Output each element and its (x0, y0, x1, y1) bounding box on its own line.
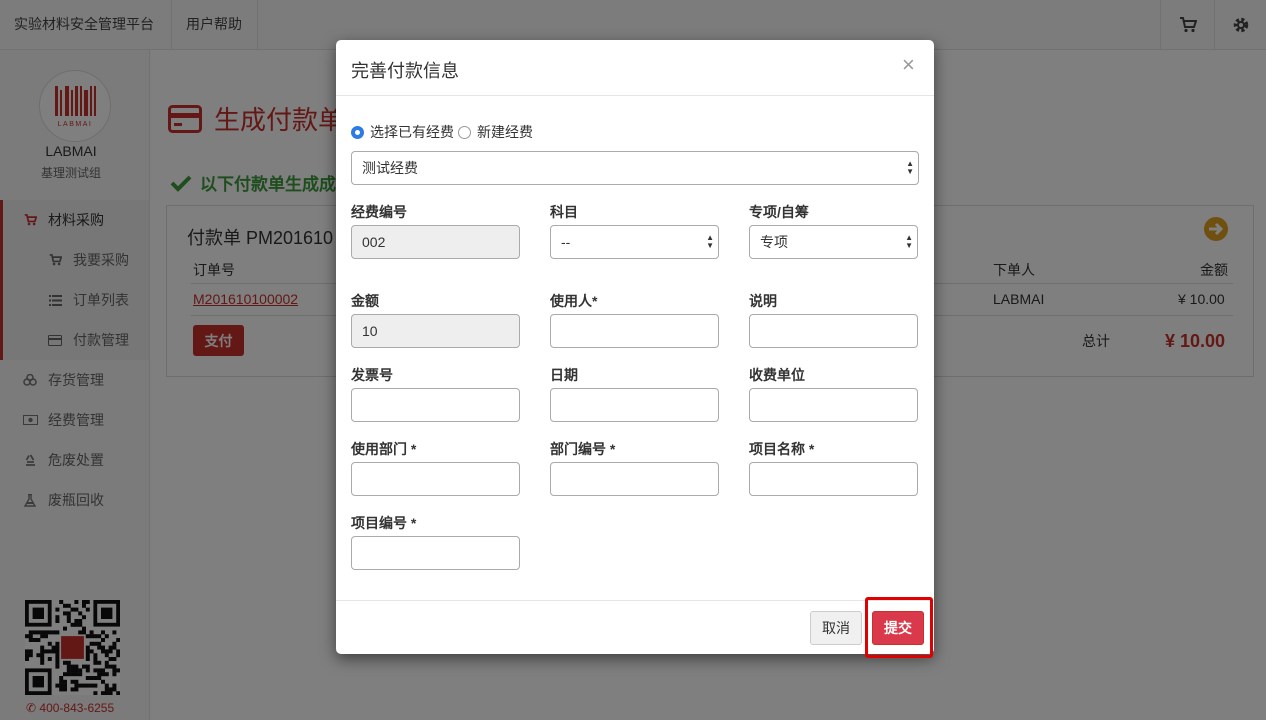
fund-select-value: 测试经费 (362, 160, 418, 176)
select-arrows-icon: ▲ ▼ (906, 159, 914, 176)
user-field[interactable] (550, 314, 719, 348)
date-label: 日期 (550, 367, 578, 383)
note-label: 说明 (749, 293, 777, 309)
radio-existing-fund[interactable] (351, 125, 364, 139)
dept-no-field[interactable] (550, 462, 719, 496)
payee-label: 收费单位 (749, 367, 805, 383)
radio-new-label[interactable]: 新建经费 (477, 122, 533, 142)
project-no-field[interactable] (351, 536, 520, 570)
select-arrows-icon: ▲ ▼ (905, 233, 913, 250)
select-arrows-icon: ▲ ▼ (706, 233, 714, 250)
fund-select[interactable]: 测试经费 ▲ ▼ (351, 151, 919, 185)
special-label: 专项/自筹 (749, 204, 809, 220)
note-field[interactable] (749, 314, 918, 348)
project-name-label: 项目名称 * (749, 441, 815, 457)
radio-new-fund[interactable] (458, 125, 471, 139)
project-no-label: 项目编号 * (351, 515, 417, 531)
subject-select-value: -- (561, 234, 571, 250)
subject-label: 科目 (550, 204, 578, 220)
dept-label: 使用部门 * (351, 441, 417, 457)
amount-field[interactable]: 10 (351, 314, 520, 348)
user-label: 使用人* (550, 293, 598, 309)
fund-source-radios: 选择已有经费 新建经费 (351, 122, 537, 142)
submit-highlight-annotation (865, 597, 933, 658)
modal-title: 完善付款信息 (351, 61, 459, 81)
invoice-field[interactable] (351, 388, 520, 422)
subject-select[interactable]: -- ▲ ▼ (550, 225, 719, 259)
modal-footer: 取消 提交 (336, 600, 934, 654)
dept-no-label: 部门编号 * (550, 441, 616, 457)
dept-field[interactable] (351, 462, 520, 496)
modal-header: 完善付款信息 × (336, 40, 934, 96)
special-select-value: 专项 (760, 234, 788, 250)
project-name-field[interactable] (749, 462, 918, 496)
invoice-label: 发票号 (351, 367, 393, 383)
payment-info-modal: 完善付款信息 × 选择已有经费 新建经费 测试经费 ▲ ▼ 经费编号 科目 专项/… (336, 40, 934, 654)
payee-field[interactable] (749, 388, 918, 422)
radio-existing-label[interactable]: 选择已有经费 (370, 122, 454, 142)
amount-label: 金额 (351, 293, 379, 309)
cancel-button[interactable]: 取消 (810, 611, 862, 645)
close-icon[interactable]: × (902, 54, 915, 76)
fund-no-field[interactable]: 002 (351, 225, 520, 259)
special-select[interactable]: 专项 ▲ ▼ (749, 225, 918, 259)
date-field[interactable] (550, 388, 719, 422)
fund-no-label: 经费编号 (351, 204, 407, 220)
